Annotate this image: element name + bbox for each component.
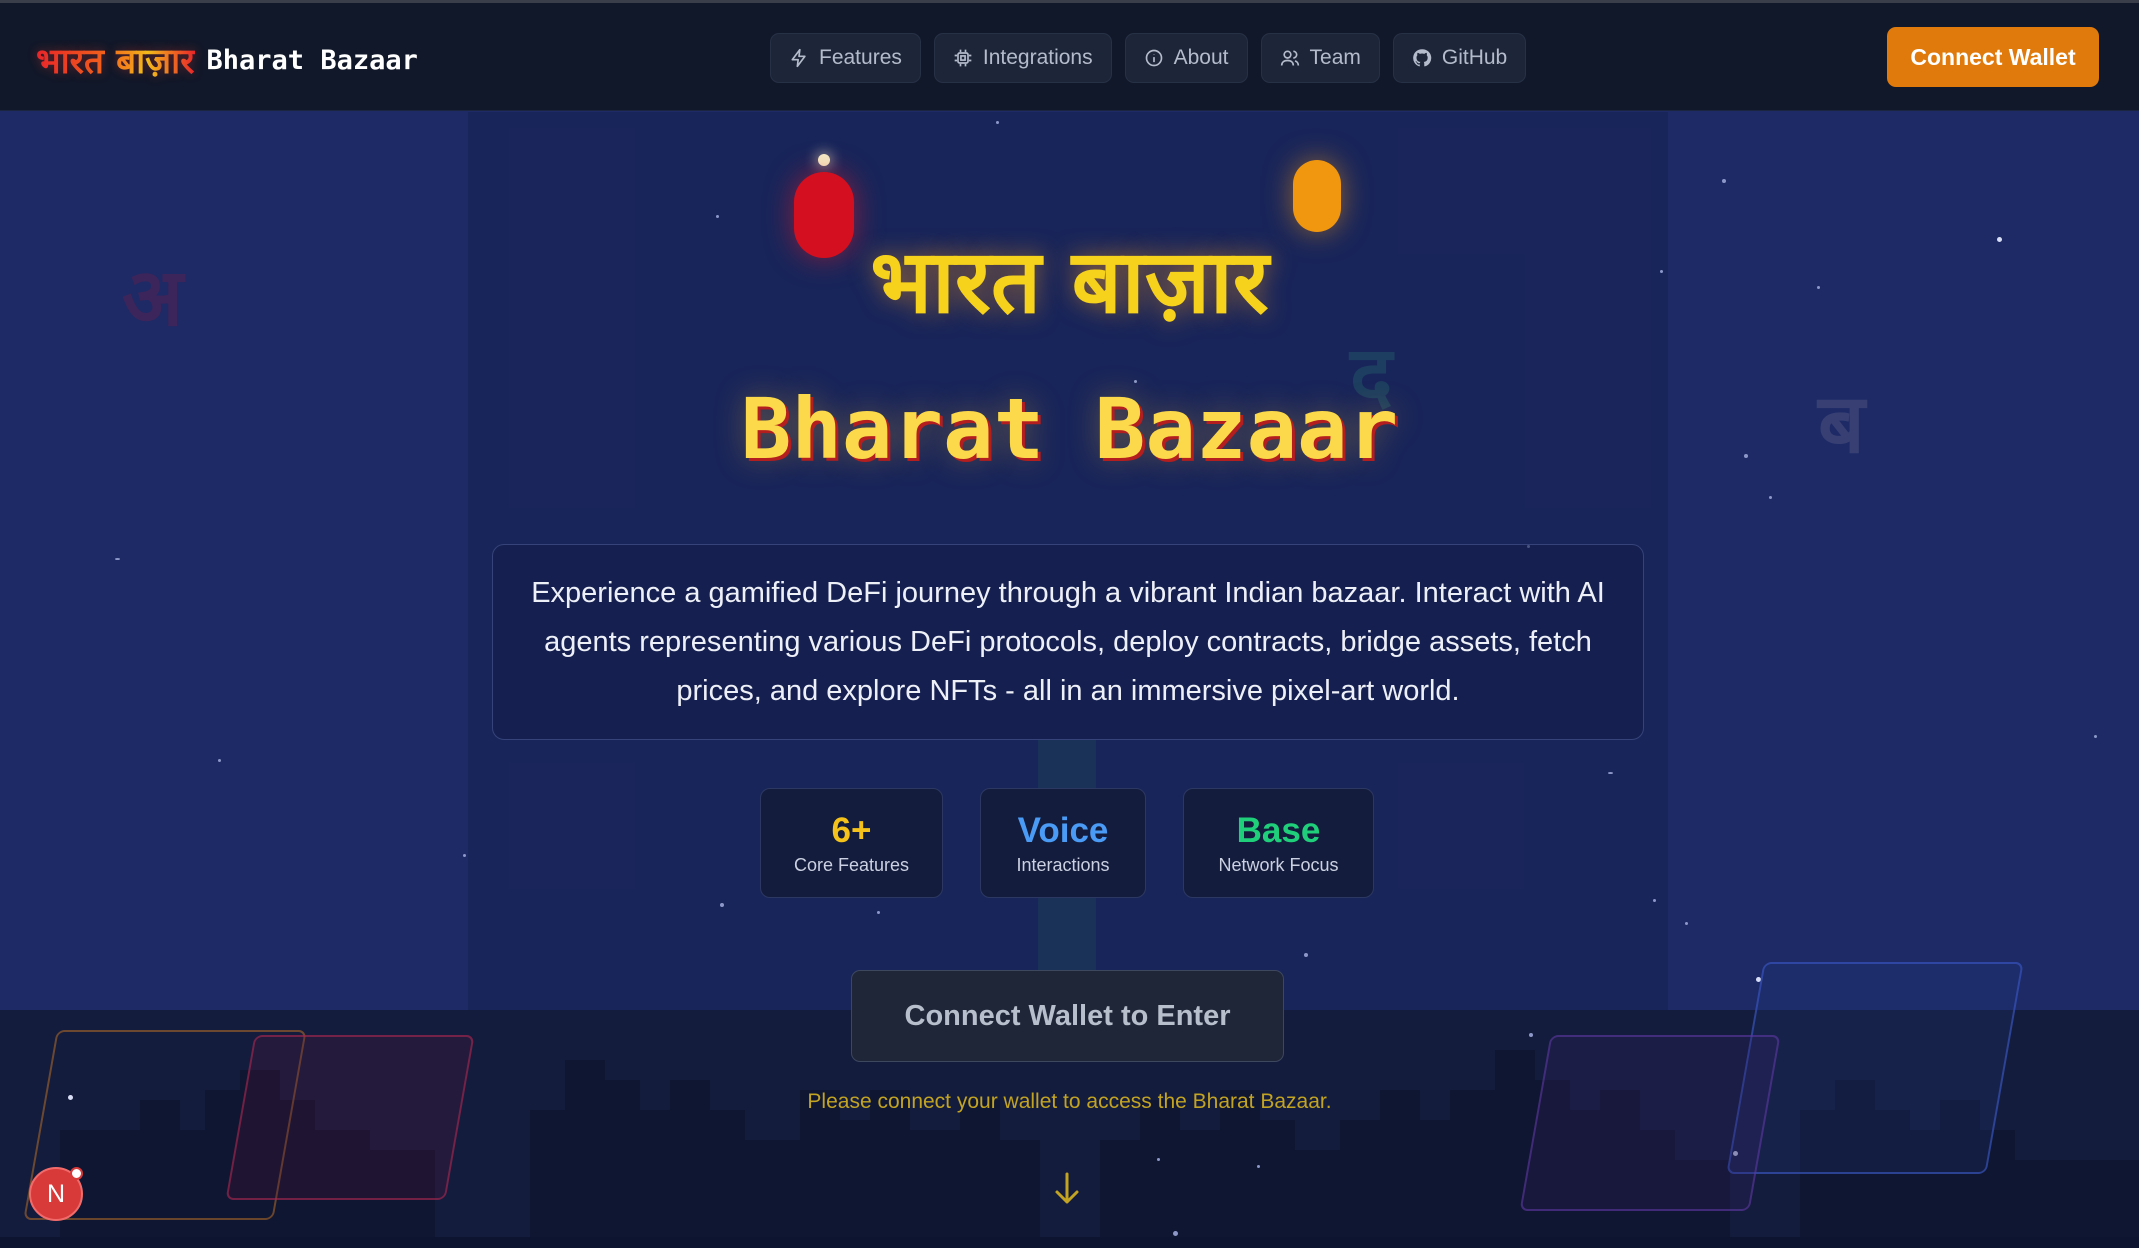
stat-value: 6+ bbox=[831, 810, 872, 850]
decor-card-red bbox=[225, 1035, 475, 1200]
nav-features[interactable]: Features bbox=[770, 33, 921, 83]
hero-title-hindi: भारत बाज़ार bbox=[870, 230, 1269, 333]
nav-about[interactable]: About bbox=[1124, 33, 1248, 83]
star bbox=[463, 854, 466, 857]
lantern-spark bbox=[818, 154, 830, 166]
info-icon bbox=[1145, 49, 1162, 67]
chip-icon bbox=[954, 49, 972, 67]
hero-description: Experience a gamified DeFi journey throu… bbox=[531, 576, 1605, 707]
stat-value: Voice bbox=[1017, 810, 1109, 850]
star bbox=[2094, 735, 2097, 738]
brand-name: Bharat Bazaar bbox=[206, 45, 418, 76]
connect-wallet-to-enter-button[interactable]: Connect Wallet to Enter bbox=[851, 970, 1284, 1062]
arrow-down-icon[interactable] bbox=[1051, 1168, 1083, 1208]
lightning-icon bbox=[791, 48, 806, 68]
nav-integrations-label: Integrations bbox=[982, 46, 1093, 69]
notification-dot bbox=[70, 1167, 83, 1180]
star bbox=[1157, 1158, 1160, 1161]
stat-network: Base Network Focus bbox=[1183, 788, 1374, 898]
star bbox=[1722, 179, 1726, 183]
nav-team-label: Team bbox=[1309, 46, 1361, 69]
star bbox=[1685, 922, 1688, 925]
star bbox=[1608, 772, 1613, 774]
star bbox=[218, 759, 221, 762]
hero-title: Bharat Bazaar bbox=[740, 380, 1399, 478]
star bbox=[877, 911, 880, 914]
star bbox=[1304, 953, 1308, 957]
star bbox=[1173, 1231, 1178, 1236]
brand-hindi: भारत बाज़ार bbox=[36, 37, 195, 84]
nav-github[interactable]: GitHub bbox=[1392, 33, 1527, 83]
stat-value: Base bbox=[1236, 810, 1321, 850]
connect-wallet-note: Please connect your wallet to access the… bbox=[807, 1090, 1332, 1113]
star bbox=[996, 121, 999, 124]
connect-wallet-button[interactable]: Connect Wallet bbox=[1887, 27, 2099, 87]
star bbox=[720, 903, 724, 907]
nav-team[interactable]: Team bbox=[1260, 33, 1380, 83]
star bbox=[115, 558, 120, 560]
nav-integrations[interactable]: Integrations bbox=[933, 33, 1112, 83]
nav-features-label: Features bbox=[819, 46, 902, 69]
nav-github-label: GitHub bbox=[1441, 46, 1508, 69]
github-icon bbox=[1413, 49, 1432, 67]
star bbox=[1769, 496, 1772, 499]
stat-core-features: 6+ Core Features bbox=[760, 788, 943, 898]
brand-logo[interactable]: भारत बाज़ार Bharat Bazaar bbox=[36, 37, 418, 84]
decor-card-purple bbox=[1519, 1035, 1781, 1211]
stat-voice: Voice Interactions bbox=[980, 788, 1146, 898]
bottom-strip bbox=[0, 1237, 2139, 1248]
users-icon bbox=[1280, 50, 1299, 66]
star bbox=[1653, 899, 1656, 902]
nav-links: Features Integrations About Team GitHub bbox=[770, 33, 1527, 83]
hero-description-box: Experience a gamified DeFi journey throu… bbox=[492, 544, 1644, 740]
star bbox=[1257, 1165, 1260, 1168]
star bbox=[1529, 1033, 1533, 1037]
stat-label: Core Features bbox=[793, 854, 910, 875]
stat-label: Interactions bbox=[1016, 854, 1110, 875]
nav-about-label: About bbox=[1173, 46, 1229, 69]
top-navbar: भारत बाज़ार Bharat Bazaar Features Integ… bbox=[0, 3, 2139, 111]
stat-label: Network Focus bbox=[1218, 854, 1339, 875]
